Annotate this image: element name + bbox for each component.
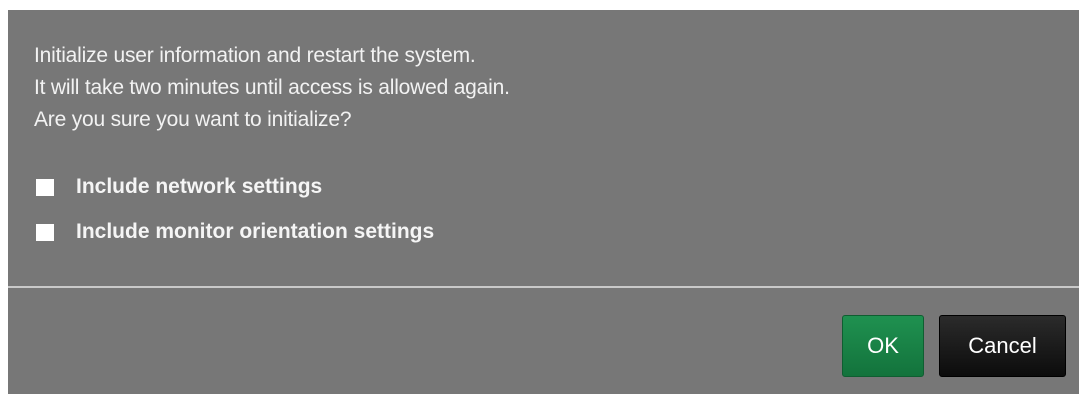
- dialog-message: Initialize user information and restart …: [34, 40, 510, 136]
- ok-button[interactable]: OK: [842, 315, 924, 377]
- message-line-1: Initialize user information and restart …: [34, 44, 476, 67]
- initialize-dialog: Initialize user information and restart …: [8, 10, 1079, 394]
- include-network-settings-option[interactable]: Include network settings: [36, 173, 322, 201]
- include-network-settings-checkbox[interactable]: [36, 178, 54, 196]
- include-network-settings-label: Include network settings: [76, 175, 323, 198]
- include-monitor-orientation-option[interactable]: Include monitor orientation settings: [36, 218, 434, 246]
- include-monitor-orientation-label: Include monitor orientation settings: [76, 220, 435, 243]
- message-line-3: Are you sure you want to initialize?: [34, 108, 352, 131]
- include-monitor-orientation-checkbox[interactable]: [36, 223, 54, 241]
- dialog-divider: [8, 286, 1079, 288]
- message-line-2: It will take two minutes until access is…: [34, 76, 510, 99]
- cancel-button[interactable]: Cancel: [939, 315, 1066, 377]
